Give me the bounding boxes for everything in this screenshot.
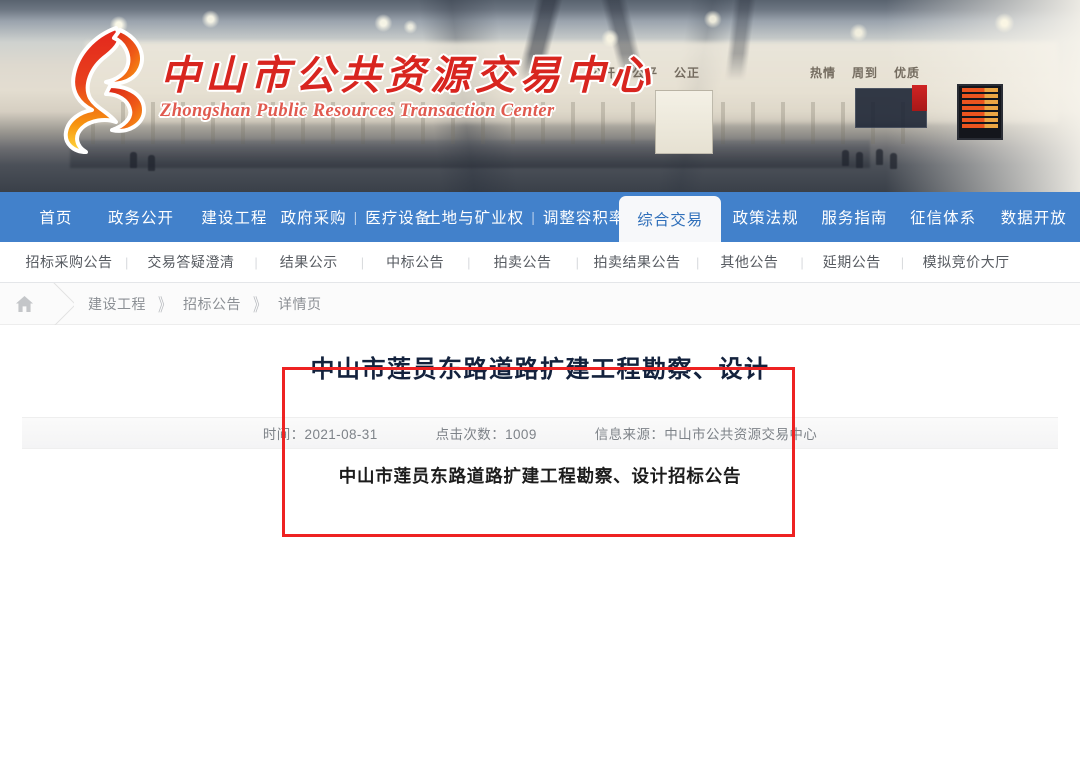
sub-navigation: 招标采购公告 | 交易答疑澄清 | 结果公示 | 中标公告 | 拍卖公告 | 拍… — [0, 242, 1080, 283]
subnav-item-postponement[interactable]: 延期公告 — [804, 252, 900, 272]
nav-label[interactable]: 土地与矿业权 — [425, 206, 524, 228]
nav-label: 征信体系 — [910, 210, 977, 227]
brand-block: 中山市公共资源交易中心 Zhongshan Public Resources T… — [160, 56, 700, 122]
subnav-item-auction-announcement[interactable]: 拍卖公告 — [471, 252, 575, 272]
article-meta-bar: 时间：2021-08-31 点击次数：1009 信息来源：中山市公共资源交易中心 — [22, 417, 1058, 449]
article-time: 时间：2021-08-31 — [262, 427, 378, 442]
nav-label: 建设工程 — [201, 210, 268, 227]
subnav-label: 中标公告 — [386, 254, 445, 270]
motto-word: 周到 — [851, 66, 878, 80]
banner-motto-right: 热情 周到 优质 — [810, 64, 920, 81]
breadcrumb-item-detail-page: 详情页 — [278, 295, 322, 312]
motto-word: 热情 — [809, 66, 836, 80]
nav-label: 首页 — [39, 210, 73, 227]
article-source: 信息来源：中山市公共资源交易中心 — [594, 427, 818, 442]
nav-label: 服务指南 — [821, 210, 888, 227]
subnav-item-other-announcement[interactable]: 其他公告 — [699, 252, 799, 272]
nav-item-comprehensive-trading[interactable]: 综合交易 — [619, 196, 722, 242]
nav-label: 政策法规 — [732, 210, 799, 227]
subnav-label: 拍卖结果公告 — [593, 254, 681, 270]
subnav-item-result-publicity[interactable]: 结果公示 — [258, 252, 360, 272]
nav-label: 综合交易 — [637, 212, 704, 229]
subnav-label: 招标采购公告 — [25, 254, 113, 270]
nav-item-government-affairs[interactable]: 政务公开 — [94, 192, 188, 242]
breadcrumb: 建设工程 》 招标公告 》 详情页 — [0, 283, 1080, 325]
subnav-label: 延期公告 — [822, 254, 881, 270]
chevron-right-icon: 》 — [253, 294, 267, 315]
subnav-label: 模拟竞价大厅 — [922, 254, 1010, 270]
nav-label-secondary[interactable]: 医疗设备 — [365, 206, 431, 228]
nav-item-policies[interactable]: 政策法规 — [721, 192, 810, 242]
nav-item-construction[interactable]: 建设工程 — [188, 192, 280, 242]
subnav-label: 交易答疑澄清 — [147, 254, 235, 270]
brand-title-cn: 中山市公共资源交易中心 — [160, 53, 655, 98]
subnav-item-winning-bid[interactable]: 中标公告 — [364, 252, 466, 272]
article-detail: 中山市莲员东路道路扩建工程勘察、设计 时间：2021-08-31 点击次数：10… — [0, 325, 1080, 759]
breadcrumb-divider-arrow — [48, 283, 74, 325]
nav-item-home[interactable]: 首页 — [18, 192, 94, 242]
motto-word: 优质 — [893, 66, 920, 80]
subnav-label: 拍卖公告 — [493, 254, 552, 270]
brand-title-en: Zhongshan Public Resources Transaction C… — [160, 101, 555, 121]
nav-item-open-data[interactable]: 数据开放 — [988, 192, 1080, 242]
subnav-item-bidding-announcement[interactable]: 招标采购公告 — [14, 252, 124, 272]
nav-separator: | — [353, 209, 359, 225]
nav-item-credit-system[interactable]: 征信体系 — [899, 192, 988, 242]
subnav-item-mock-bidding-hall[interactable]: 模拟竞价大厅 — [904, 252, 1028, 272]
nav-item-land-mining[interactable]: 土地与矿业权 | 调整容积率 — [425, 192, 624, 242]
article-body-text: 中山市莲员东路道路扩建工程勘察、设计招标公告 — [338, 466, 742, 486]
breadcrumb-item-construction[interactable]: 建设工程 — [88, 294, 146, 314]
breadcrumb-item-bidding-announcement[interactable]: 招标公告 — [183, 294, 241, 314]
nav-item-government-procurement[interactable]: 政府采购 | 医疗设备 — [281, 192, 432, 242]
home-icon[interactable] — [0, 295, 48, 313]
nav-item-service-guide[interactable]: 服务指南 — [810, 192, 899, 242]
nav-label: 数据开放 — [1000, 210, 1067, 227]
subnav-label: 其他公告 — [720, 254, 779, 270]
banner-red-flag — [912, 85, 927, 111]
breadcrumb-list: 建设工程 》 招标公告 》 详情页 — [88, 294, 322, 315]
main-navigation: 首页 政务公开 建设工程 政府采购 | 医疗设备 土地与矿业权 | 调整容积率 … — [0, 192, 1080, 242]
subnav-label: 结果公示 — [279, 254, 338, 270]
chevron-right-icon: 》 — [158, 294, 172, 315]
subnav-item-qa-clarification[interactable]: 交易答疑澄清 — [128, 252, 253, 272]
site-banner: 公开 公平 公正 热情 周到 优质 中山市公共资源交易中心 Zhongshan … — [0, 0, 1080, 192]
nav-label[interactable]: 政府采购 — [281, 206, 347, 228]
nav-separator: | — [531, 209, 536, 225]
page-title: 中山市莲员东路道路扩建工程勘察、设计 — [310, 356, 770, 383]
flame-ribbon-logo-icon[interactable] — [54, 24, 150, 154]
article-view-count: 点击次数：1009 — [435, 427, 537, 442]
banner-counter-row — [70, 140, 870, 168]
subnav-item-auction-result[interactable]: 拍卖结果公告 — [579, 252, 695, 272]
nav-label: 政务公开 — [107, 210, 174, 227]
banner-led-board — [957, 84, 1003, 140]
nav-label-secondary[interactable]: 调整容积率 — [543, 206, 626, 228]
